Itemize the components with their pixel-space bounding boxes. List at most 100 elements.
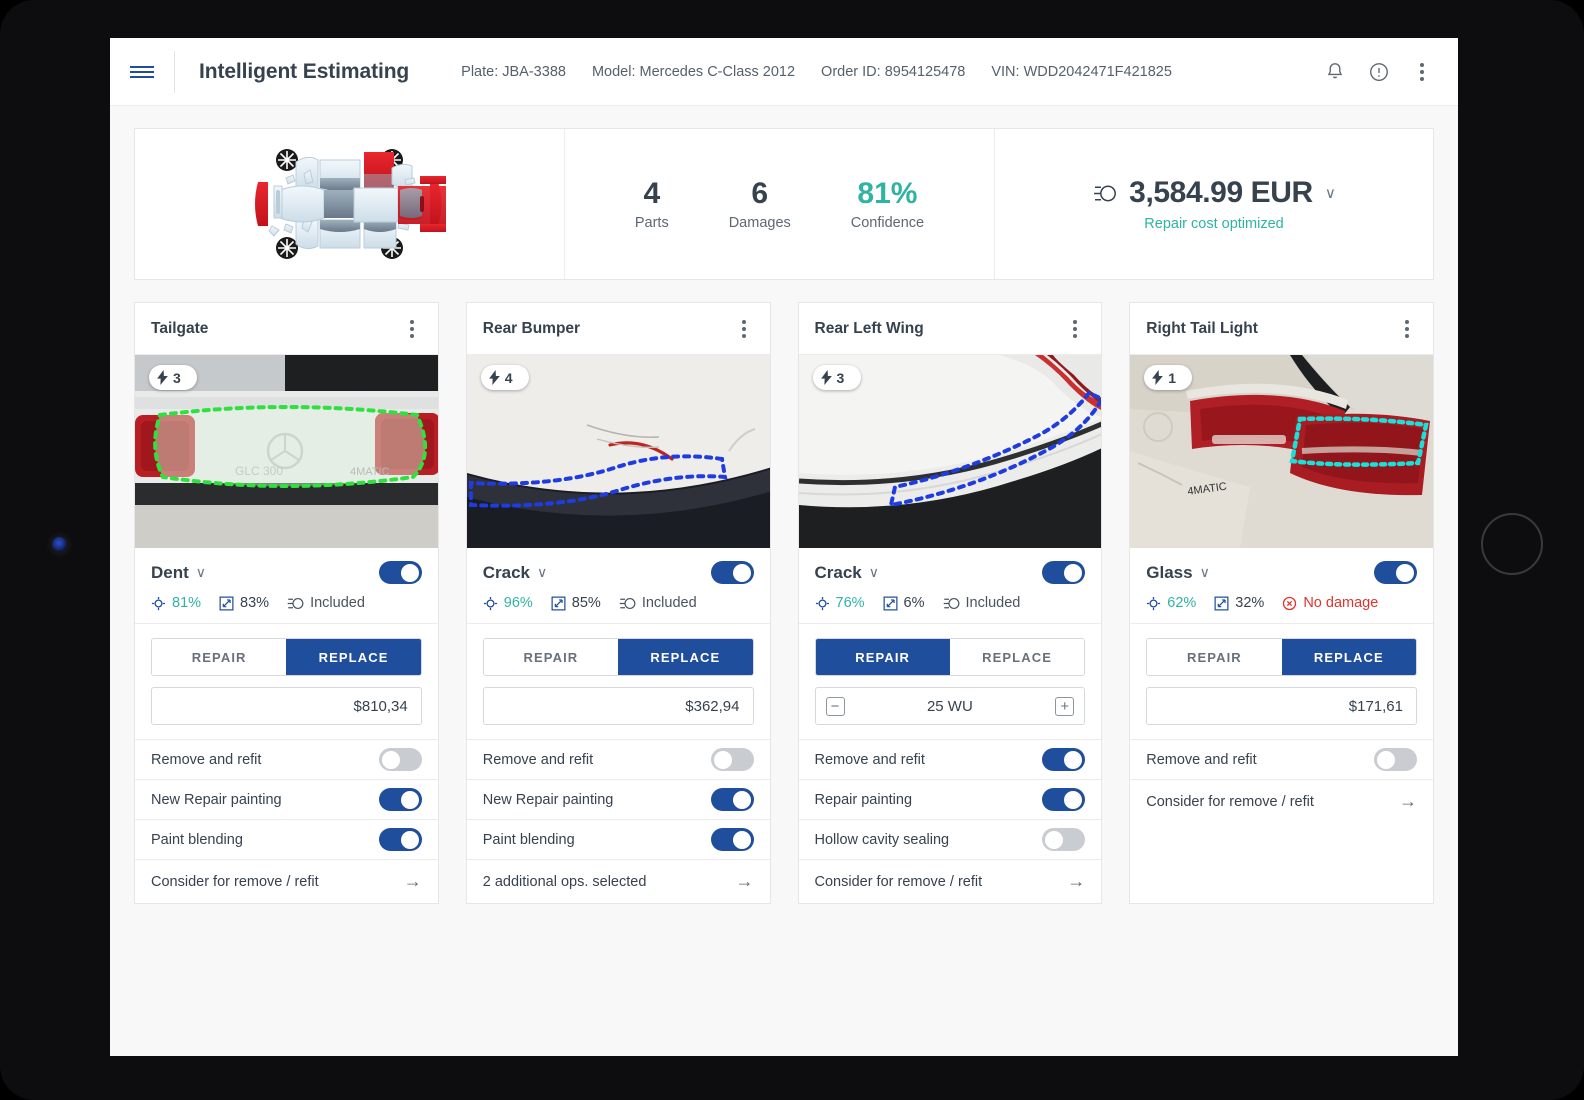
repair-button[interactable]: REPAIR: [152, 639, 287, 675]
resize-area-icon: [883, 596, 898, 610]
kebab-menu-icon[interactable]: [1412, 59, 1432, 85]
footer-link-label: Consider for remove / refit: [814, 873, 983, 890]
replace-button[interactable]: REPLACE: [286, 639, 421, 675]
damage-enabled-toggle[interactable]: [710, 561, 754, 584]
option-label: Remove and refit: [1146, 751, 1257, 768]
card-kebab-menu-icon[interactable]: [1397, 316, 1417, 342]
hamburger-icon[interactable]: [110, 63, 174, 81]
meta-plate: Plate: JBA-3388: [461, 63, 566, 80]
coin-stack-icon: [943, 597, 959, 609]
header-actions: [1324, 59, 1458, 85]
card-kebab-menu-icon[interactable]: [1065, 316, 1085, 342]
damage-count-badge: 4: [480, 365, 529, 390]
bell-icon[interactable]: [1324, 61, 1346, 83]
total-cost-row[interactable]: 3,584.99 EUR ∨: [1092, 176, 1336, 210]
cost-status-label: Included: [310, 595, 365, 611]
card-header: Right Tail Light: [1130, 303, 1433, 355]
stepper-decrement-button[interactable]: −: [825, 696, 845, 716]
damage-enabled-toggle[interactable]: [1374, 561, 1417, 584]
repair-button[interactable]: REPAIR: [815, 639, 950, 675]
card-title: Tailgate: [151, 319, 209, 337]
card-title: Right Tail Light: [1146, 319, 1258, 337]
stat-parts-value: 4: [643, 177, 661, 211]
option-toggle[interactable]: [1042, 828, 1086, 851]
header-divider: [174, 50, 175, 93]
option-label: Hollow cavity sealing: [814, 831, 950, 848]
option-toggle[interactable]: [378, 788, 422, 811]
damage-photo-rear-bumper[interactable]: 4: [466, 355, 770, 548]
stepper-increment-button[interactable]: +: [1055, 696, 1075, 716]
repair-replace-segmented-control: REPAIR REPLACE: [482, 638, 754, 676]
bolt-icon: [488, 370, 500, 385]
arrow-right-icon: →: [403, 871, 422, 891]
option-label: Repair painting: [814, 791, 913, 808]
severity-value: 6%: [903, 595, 925, 611]
price-value: $171,61: [1348, 697, 1403, 715]
option-toggle[interactable]: [710, 788, 754, 811]
stat-confidence: 81% Confidence: [851, 177, 924, 231]
cost-status: Included: [619, 595, 697, 611]
card-title: Rear Bumper: [482, 319, 581, 337]
tablet-device-frame: Intelligent Estimating Plate: JBA-3388 M…: [0, 0, 1584, 1100]
option-row: New Repair painting: [466, 779, 770, 819]
damage-enabled-toggle[interactable]: [1042, 561, 1086, 584]
option-toggle[interactable]: [1374, 748, 1417, 771]
damage-type-chevron-down-icon[interactable]: ∨: [537, 564, 547, 581]
option-toggle[interactable]: [1042, 748, 1086, 771]
price-input[interactable]: $171,61: [1146, 687, 1417, 725]
card-footer-link[interactable]: Consider for remove / refit →: [135, 859, 438, 903]
option-toggle[interactable]: [378, 828, 422, 851]
damage-photo-tailgate[interactable]: GLC 300 4MATIC 3: [135, 355, 438, 548]
damage-type-label: Crack: [482, 562, 531, 582]
damage-count-badge: 3: [149, 365, 197, 390]
chevron-down-icon[interactable]: ∨: [1325, 184, 1336, 202]
resize-area-icon: [551, 596, 566, 610]
option-toggle[interactable]: [378, 748, 422, 771]
replace-button[interactable]: REPLACE: [949, 639, 1085, 675]
card-options: Remove and refit Consider for remove / r…: [1130, 739, 1433, 823]
info-circle-icon[interactable]: [1368, 61, 1390, 83]
cost-status: No damage: [1282, 595, 1378, 611]
confidence-value: 76%: [835, 595, 865, 611]
card-actions: REPAIR REPLACE $171,61: [1130, 624, 1433, 725]
card-title: Rear Left Wing: [814, 319, 924, 337]
card-tailgate: Tailgate GLC 300 4MATIC 3 Dent ∨ 81% 83%…: [134, 302, 439, 904]
repair-button[interactable]: REPAIR: [483, 639, 619, 675]
damage-cards: Tailgate GLC 300 4MATIC 3 Dent ∨ 81% 83%…: [134, 302, 1434, 904]
option-toggle[interactable]: [710, 828, 754, 851]
damage-type-label: Glass: [1146, 562, 1193, 582]
damage-type-chevron-down-icon[interactable]: ∨: [1200, 564, 1210, 581]
card-footer-link[interactable]: Consider for remove / refit →: [1130, 779, 1433, 823]
bolt-icon: [820, 370, 832, 385]
option-toggle[interactable]: [1042, 788, 1086, 811]
card-header: Tailgate: [135, 303, 438, 355]
replace-button[interactable]: REPLACE: [618, 639, 753, 675]
footer-link-label: Consider for remove / refit: [151, 873, 319, 890]
damage-type-chevron-down-icon[interactable]: ∨: [196, 564, 206, 581]
severity-stat: 32%: [1214, 595, 1264, 611]
repair-button[interactable]: REPAIR: [1147, 639, 1282, 675]
option-toggle[interactable]: [710, 748, 754, 771]
card-header: Rear Bumper: [466, 303, 770, 355]
damage-photo-right-tail-light[interactable]: 4MATIC 1: [1130, 355, 1433, 548]
card-kebab-menu-icon[interactable]: [734, 316, 754, 342]
damage-type-chevron-down-icon[interactable]: ∨: [869, 564, 879, 581]
card-kebab-menu-icon[interactable]: [402, 316, 422, 342]
replace-button[interactable]: REPLACE: [1281, 639, 1416, 675]
card-footer-link[interactable]: 2 additional ops. selected →: [466, 859, 770, 903]
card-footer-link[interactable]: Consider for remove / refit →: [798, 859, 1102, 903]
card-actions: REPAIR REPLACE $362,94: [467, 624, 770, 725]
repair-replace-segmented-control: REPAIR REPLACE: [151, 638, 422, 676]
summary-stats: 4 Parts 6 Damages 81% Confidence: [565, 129, 995, 279]
target-icon: [151, 596, 166, 610]
confidence-value: 96%: [503, 595, 533, 611]
damage-enabled-toggle[interactable]: [378, 561, 422, 584]
meta-model: Model: Mercedes C-Class 2012: [591, 63, 796, 80]
price-input[interactable]: $810,34: [151, 687, 422, 725]
cost-status-label: Included: [641, 595, 697, 611]
damage-photo-rear-left-wing[interactable]: 3: [798, 355, 1102, 548]
option-label: Remove and refit: [151, 751, 262, 768]
price-input[interactable]: $362,94: [482, 687, 754, 725]
home-button[interactable]: [1481, 513, 1543, 575]
card-header: Rear Left Wing: [798, 303, 1102, 355]
